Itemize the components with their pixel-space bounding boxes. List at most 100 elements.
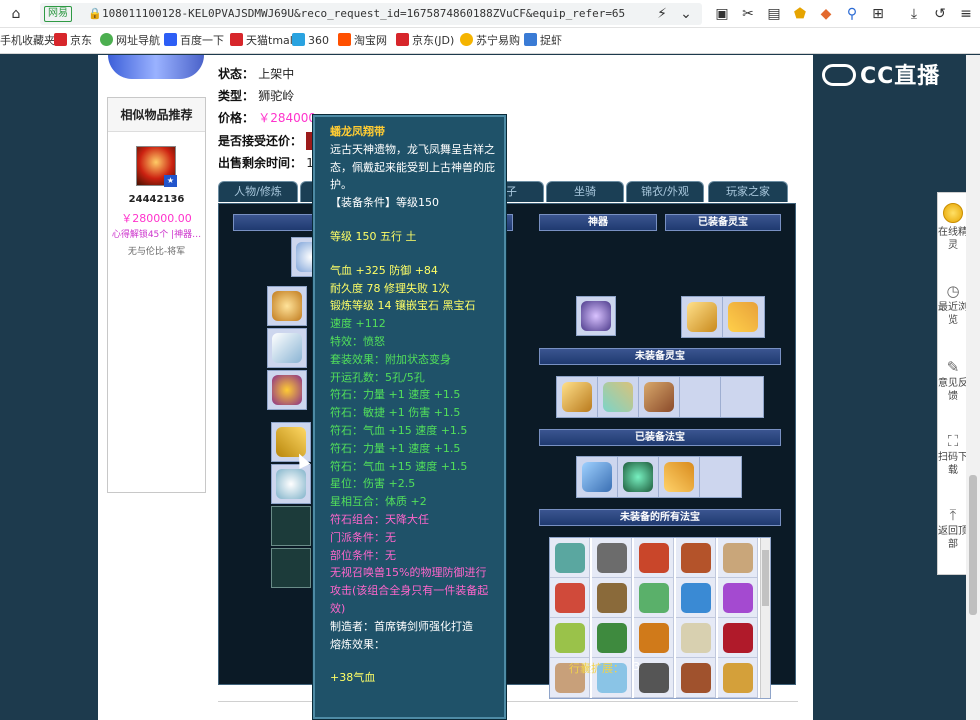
fabao-slot[interactable] (577, 457, 618, 497)
fabao-inventory-slot[interactable] (634, 538, 674, 578)
tooltip-line: 【装备条件】等级150 (330, 196, 439, 210)
equip-slot-empty-1[interactable] (271, 506, 311, 546)
fabao-inventory-slot[interactable] (634, 618, 674, 658)
similar-item-desc[interactable]: 心得解锁45个 |神器… (108, 227, 205, 240)
chevron-down-icon[interactable]: ⌄ (676, 4, 696, 24)
game-icon[interactable]: ◆ (816, 4, 836, 24)
sidebar-online-helper[interactable]: 在线精灵 (938, 203, 968, 252)
bookmark-zhuaxia[interactable]: 捉虾 (524, 33, 562, 49)
lingbao-slot[interactable] (557, 377, 598, 417)
divider (218, 701, 798, 702)
item-image (639, 623, 669, 653)
page-scrollbar[interactable] (966, 55, 980, 720)
shield-icon[interactable]: ⬟ (790, 4, 810, 24)
equip-slot-empty-2[interactable] (271, 548, 311, 588)
lingbao-slot[interactable] (723, 297, 764, 337)
grid-scrollbar[interactable] (760, 538, 770, 698)
extension-icon[interactable]: ▤ (764, 4, 784, 24)
fabao-inventory-slot[interactable] (550, 538, 590, 578)
bookmark-nav[interactable]: 网址导航 (100, 33, 160, 49)
fabao-inventory-slot[interactable] (676, 578, 716, 618)
lingbao-slot-empty[interactable] (680, 377, 721, 417)
fabao-inventory-slot[interactable] (592, 618, 632, 658)
bolt-icon[interactable]: ⚡ (652, 4, 672, 24)
tooltip-line: +38气血 (330, 671, 376, 685)
tooltip-line: 开运孔数：5孔/5孔 (330, 370, 425, 384)
similar-items-box: 相似物品推荐 ★ 24442136 ￥280000.00 心得解锁45个 |神器… (107, 97, 206, 493)
item-image (681, 623, 711, 653)
fabao-inventory-slot[interactable] (676, 618, 716, 658)
tooltip-line: 远古天神遗物，龙飞凤舞呈吉祥之态，佩戴起来能受到上古神兽的庇护。 (330, 142, 495, 192)
tab-mounts[interactable]: 坐骑 (546, 181, 624, 202)
lingbao-slot[interactable] (682, 297, 723, 337)
undo-icon[interactable]: ↺ (930, 4, 950, 24)
sidebar-feedback[interactable]: ✎ 意见反馈 (938, 360, 968, 403)
item-image (272, 333, 302, 363)
equip-slot-necklace[interactable] (267, 286, 307, 326)
equip-slot-belt[interactable] (267, 370, 307, 410)
home-icon[interactable]: ⌂ (6, 4, 26, 24)
fabao-inventory-slot[interactable] (592, 578, 632, 618)
lingbao-slot[interactable] (639, 377, 680, 417)
top-arrow-icon: ⤒ (949, 506, 957, 524)
sidebar-recent[interactable]: ◷ 最近浏览 (938, 282, 968, 327)
fabao-slot-empty[interactable] (700, 457, 741, 497)
fabao-inventory-slot[interactable] (676, 538, 716, 578)
fabao-inventory-slot[interactable] (634, 658, 674, 698)
item-image (723, 623, 753, 653)
bookmark-tmall[interactable]: 天猫tmall (230, 33, 296, 49)
fabao-inventory-slot[interactable] (718, 538, 758, 578)
apps-grid-icon[interactable]: ⊞ (868, 4, 888, 24)
tab-home[interactable]: 玩家之家 (708, 181, 788, 202)
fabao-inventory-slot[interactable] (592, 538, 632, 578)
item-image (681, 663, 711, 693)
tooltip-line: 气血 +325 防御 +84 (330, 263, 438, 277)
equipped-fabao-header: 已装备法宝 (539, 429, 781, 446)
similar-items-title: 相似物品推荐 (108, 98, 205, 132)
tooltip-spacer (330, 246, 496, 262)
bookmark-360[interactable]: 360 (292, 33, 329, 49)
address-bar[interactable]: 网易 🔒 108011100128-KEL0PVAJSDMWJ69U&reco_… (40, 3, 702, 25)
bookmark-mobile[interactable]: 手机收藏夹 (0, 33, 55, 49)
tab-icon[interactable]: ▣ (712, 4, 732, 24)
item-image (639, 543, 669, 573)
fabao-inventory-slot[interactable] (550, 578, 590, 618)
badge-icon: ★ (164, 175, 177, 187)
fabao-inventory-slot[interactable] (550, 618, 590, 658)
sidebar-back-to-top[interactable]: ⤒ 返回顶部 (938, 506, 968, 551)
fabao-inventory-slot[interactable] (718, 658, 758, 698)
fabao-inventory-slot[interactable] (718, 618, 758, 658)
bookmark-jd[interactable]: 京东 (54, 33, 92, 49)
cc-live-logo: CC直播 (822, 58, 940, 90)
fabao-inventory-slot[interactable] (676, 658, 716, 698)
shenqi-slot[interactable] (576, 296, 616, 336)
tooltip-line: 符石：力量 +1 速度 +1.5 (330, 441, 461, 455)
fabao-slot[interactable] (659, 457, 700, 497)
character-image (108, 55, 204, 79)
similar-item-id[interactable]: 24442136 (108, 194, 205, 205)
equip-slot-weapon[interactable] (267, 328, 307, 368)
fabao-inventory-slot[interactable] (634, 578, 674, 618)
search-icon[interactable]: ⚲ (842, 4, 862, 24)
clock-icon: ◷ (946, 282, 960, 300)
bookmark-taobao[interactable]: 淘宝网 (338, 33, 387, 49)
tab-outfits[interactable]: 锦衣/外观 (626, 181, 704, 202)
scissors-icon[interactable]: ✂ (738, 4, 758, 24)
lingbao-slot-empty[interactable] (721, 377, 762, 417)
sidebar-scan-download[interactable]: ⛶ 扫码下载 (938, 434, 968, 477)
item-image (272, 375, 302, 405)
fabao-inventory-slot[interactable] (718, 578, 758, 618)
menu-icon[interactable]: ≡ (956, 4, 976, 24)
tab-character[interactable]: 人物/修炼 (218, 181, 298, 202)
download-icon[interactable]: ⤓ (904, 4, 924, 24)
bookmark-baidu[interactable]: 百度一下 (164, 33, 224, 49)
bookmark-jd2[interactable]: 京东(JD) (396, 33, 454, 49)
fabao-slot[interactable] (618, 457, 659, 497)
lingbao-slot[interactable] (598, 377, 639, 417)
similar-item-avatar[interactable]: ★ (136, 146, 177, 187)
url-text[interactable]: 108011100128-KEL0PVAJSDMWJ69U&reco_reque… (102, 6, 662, 22)
equip-slot-ring[interactable] (271, 464, 311, 504)
similar-item-seller: 无与伦比-将军 (127, 247, 186, 257)
bookmark-suning[interactable]: 苏宁易购 (460, 33, 520, 49)
item-image (723, 663, 753, 693)
